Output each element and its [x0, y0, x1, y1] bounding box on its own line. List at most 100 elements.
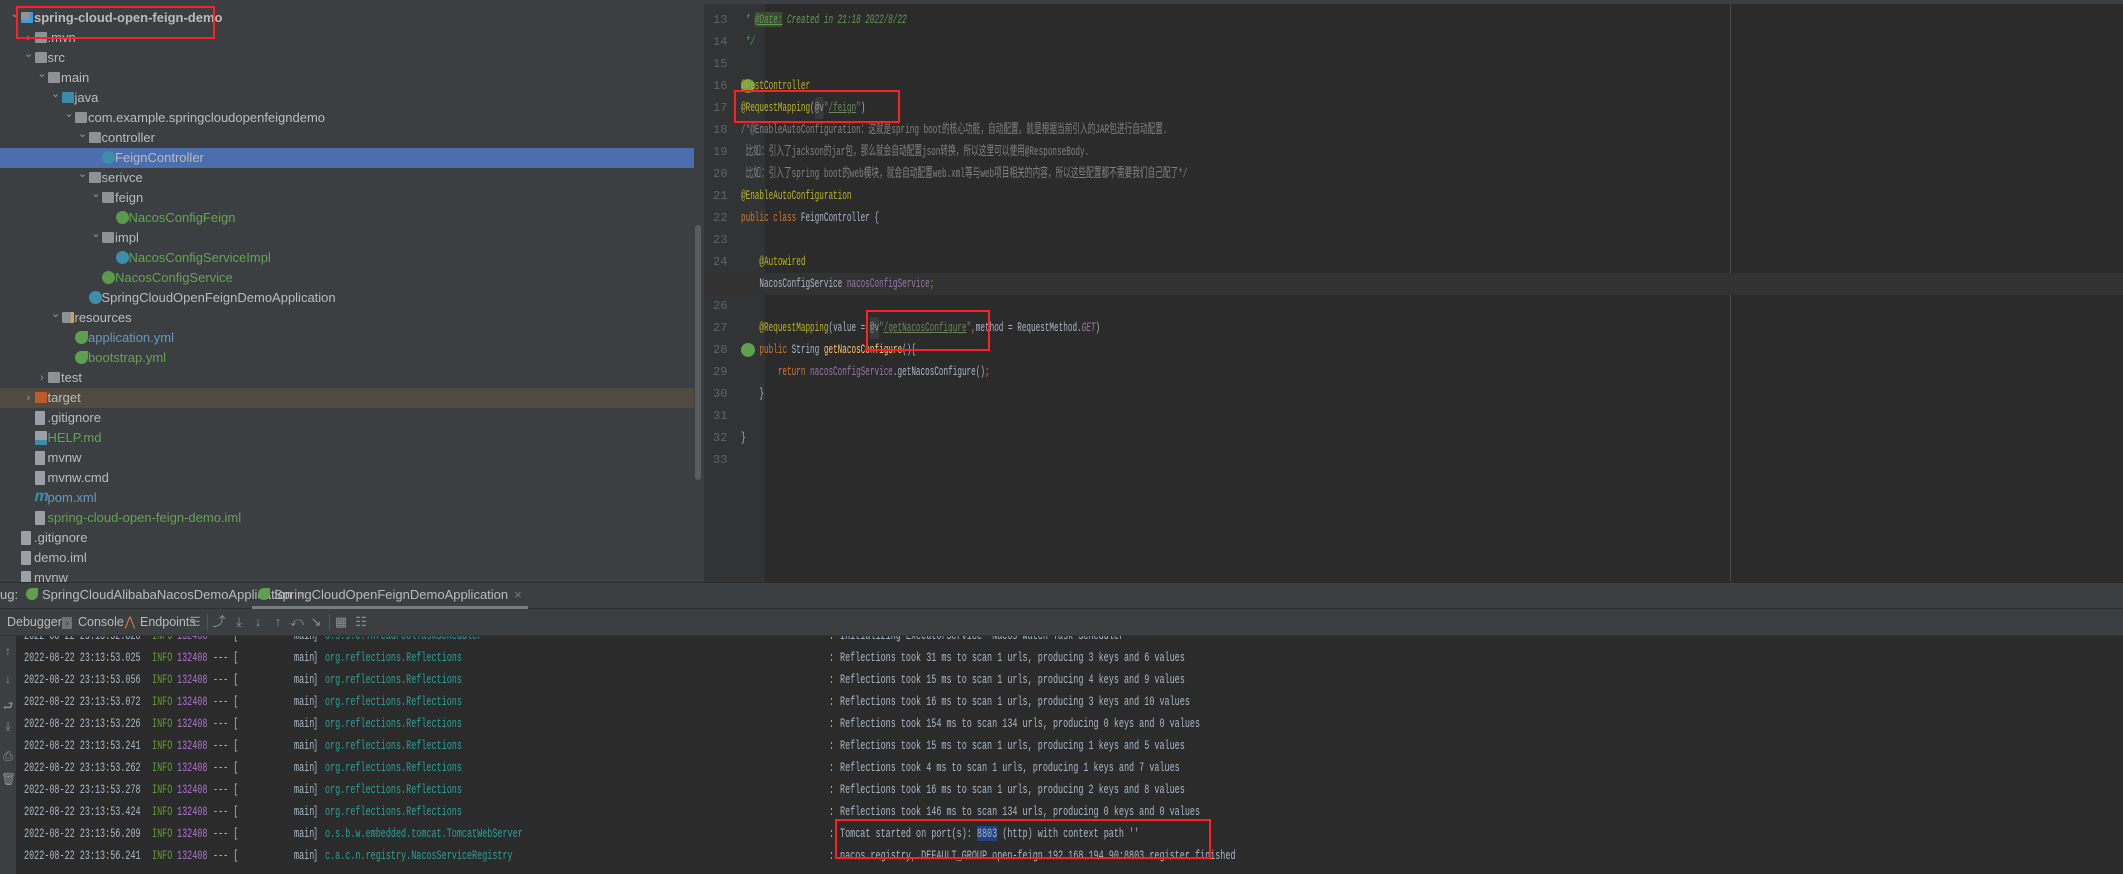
chevron-down-icon[interactable]: ⌄	[37, 64, 47, 84]
code-line[interactable]	[705, 53, 2123, 75]
code-line[interactable]: @RequestMapping(@v"/feign")	[705, 97, 2123, 119]
tree-item[interactable]: ⌄ feign	[0, 188, 694, 208]
scroll-to-end-icon[interactable]: ⤓	[1, 719, 15, 734]
code-line[interactable]: * @Date: Created in 21:18 2022/8/22	[705, 9, 2123, 31]
code-line[interactable]: @Autowired	[705, 251, 2123, 273]
code-line[interactable]	[705, 449, 2123, 471]
code-line[interactable]: public String getNacosConfigure(){	[705, 339, 2123, 361]
tree-item[interactable]: ⌄ spring-cloud-open-feign-demo	[0, 8, 694, 28]
code-line[interactable]: */	[705, 31, 2123, 53]
down-arrow-icon[interactable]: ↓	[1, 672, 15, 686]
tree-item[interactable]: mvnw	[0, 448, 694, 468]
tree-item[interactable]: .gitignore	[0, 408, 694, 428]
trace-icon[interactable]: ☷	[354, 615, 368, 629]
code-editor[interactable]: 1314151617181920212223242526272829303132…	[704, 4, 2123, 582]
console-output[interactable]: ↑ ↓ ⮐ ⤓ ⎙ 🗑 2022-08-22 23:13:52.828 INFO 1…	[0, 636, 2123, 874]
menu-icon[interactable]: ☰	[188, 615, 202, 629]
tree-item-label: mvnw	[47, 450, 82, 465]
tree-item[interactable]: HELP.md	[0, 428, 694, 448]
console-tab[interactable]: Console	[78, 609, 124, 636]
run-to-cursor-icon[interactable]: ↘	[309, 615, 323, 629]
trash-icon[interactable]: 🗑	[1, 772, 16, 786]
chevron-down-icon[interactable]: ⌄	[78, 164, 88, 184]
chevron-down-icon[interactable]: ⌄	[91, 224, 101, 244]
chevron-down-icon[interactable]: ⌄	[64, 104, 74, 124]
tree-item[interactable]: spring-cloud-open-feign-demo.iml	[0, 508, 694, 528]
tree-item[interactable]: ⌄ impl	[0, 228, 694, 248]
tree-item[interactable]: .gitignore	[0, 528, 694, 548]
chevron-right-icon[interactable]: ›	[37, 368, 47, 388]
step-into-icon[interactable]: ↓	[251, 615, 265, 629]
chevron-down-icon[interactable]: ⌄	[51, 304, 61, 324]
code-line[interactable]	[705, 229, 2123, 251]
spring-icon	[75, 351, 88, 364]
log-logger: o.s.s.c.ThreadPoolTaskScheduler	[325, 636, 482, 647]
code-line[interactable]	[705, 295, 2123, 317]
tree-item[interactable]: NacosConfigFeign	[0, 208, 694, 228]
code-line[interactable]: /*@EnableAutoConfiguration：这就是spring boo…	[705, 119, 2123, 141]
code-line[interactable]: @RestController	[705, 75, 2123, 97]
tab-open-feign-demo-app[interactable]: SpringCloudOpenFeignDemoApplication ×	[252, 583, 528, 609]
tree-item[interactable]: NacosConfigServiceImpl	[0, 248, 694, 268]
chevron-down-icon[interactable]: ⌄	[24, 44, 34, 64]
code-line[interactable]: return nacosConfigService.getNacosConfig…	[705, 361, 2123, 383]
class-icon	[102, 151, 115, 164]
print-icon[interactable]: ⎙	[1, 749, 15, 764]
code-token: /feign	[828, 100, 857, 115]
log-timestamp: 2022-08-22 23:13:53.278	[24, 782, 141, 797]
tree-item[interactable]: › .mvn	[0, 28, 694, 48]
endpoints-icon: ⋀	[124, 614, 136, 629]
code-line[interactable]: public class FeignController {	[705, 207, 2123, 229]
tree-item[interactable]: ⌄ main	[0, 68, 694, 88]
code-line[interactable]: 比如：引入了jackson的jar包，那么就会自动配置json转换，所以这里可以…	[705, 141, 2123, 163]
tree-item[interactable]: application.yml	[0, 328, 694, 348]
drop-frame-icon[interactable]: ⤺	[290, 615, 304, 629]
tree-item[interactable]: mvnw	[0, 568, 694, 582]
chevron-down-icon[interactable]: ⌄	[91, 184, 101, 204]
tree-item[interactable]: › test	[0, 368, 694, 388]
tree-item[interactable]: › target	[0, 388, 694, 408]
show-execution-point-icon[interactable]: ⤴	[212, 615, 226, 629]
chevron-right-icon[interactable]: ›	[24, 388, 34, 408]
code-line[interactable]: }	[705, 427, 2123, 449]
tree-item[interactable]: NacosConfigService	[0, 268, 694, 288]
tree-item-label: NacosConfigServiceImpl	[128, 250, 271, 265]
web-endpoint-icon[interactable]: @v	[869, 317, 880, 339]
soft-wrap-icon[interactable]: ⮐	[1, 697, 15, 718]
code-line[interactable]: @EnableAutoConfiguration	[705, 185, 2123, 207]
tree-item[interactable]: ⌄ com.example.springcloudopenfeigndemo	[0, 108, 694, 128]
chevron-down-icon[interactable]: ⌄	[10, 4, 20, 24]
tree-item[interactable]: mvnw.cmd	[0, 468, 694, 488]
project-tree[interactable]: ⌄ spring-cloud-open-feign-demo › .mvn ⌄ src ⌄ m…	[0, 4, 704, 582]
tree-item[interactable]: ⌄ java	[0, 88, 694, 108]
log-pid: 132408	[177, 636, 207, 647]
tree-item[interactable]: bootstrap.yml	[0, 348, 694, 368]
step-out-icon[interactable]: ↑	[271, 615, 285, 629]
log-colon: :	[829, 716, 835, 731]
tree-item[interactable]: ⌄ controller	[0, 128, 694, 148]
log-logger: org.reflections.Reflections	[325, 804, 462, 819]
close-icon[interactable]: ×	[514, 587, 522, 602]
up-arrow-icon[interactable]: ↑	[1, 644, 15, 658]
tree-item[interactable]: demo.iml	[0, 548, 694, 568]
chevron-down-icon[interactable]: ⌄	[51, 84, 61, 104]
tree-item[interactable]: FeignController	[0, 148, 694, 168]
tree-scrollbar[interactable]	[695, 225, 701, 480]
evaluate-expression-icon[interactable]: ▦	[334, 615, 348, 629]
web-endpoint-icon[interactable]: @v	[814, 97, 824, 119]
code-line[interactable]	[705, 405, 2123, 427]
log-message: Reflections took 154 ms to scan 134 urls…	[840, 716, 1201, 731]
code-token: FeignController {	[800, 210, 880, 225]
tree-item[interactable]: ⌄ serivce	[0, 168, 694, 188]
tree-item[interactable]: ⌄ src	[0, 48, 694, 68]
debugger-tab[interactable]: Debugger	[7, 609, 62, 636]
tree-item[interactable]: m pom.xml	[0, 488, 694, 508]
chevron-down-icon[interactable]: ⌄	[78, 124, 88, 144]
code-line[interactable]: 比如：引入了spring boot的web模块，就会自动配置web.xml等与w…	[705, 163, 2123, 185]
tree-item[interactable]: ⌄ resources	[0, 308, 694, 328]
code-line[interactable]: }	[705, 383, 2123, 405]
code-line[interactable]: NacosConfigService nacosConfigService;	[705, 273, 2123, 295]
tree-item[interactable]: SpringCloudOpenFeignDemoApplication	[0, 288, 694, 308]
step-over-icon[interactable]: ⤓	[232, 615, 246, 629]
code-line[interactable]: @RequestMapping(value = @v"/getNacosConf…	[705, 317, 2123, 339]
